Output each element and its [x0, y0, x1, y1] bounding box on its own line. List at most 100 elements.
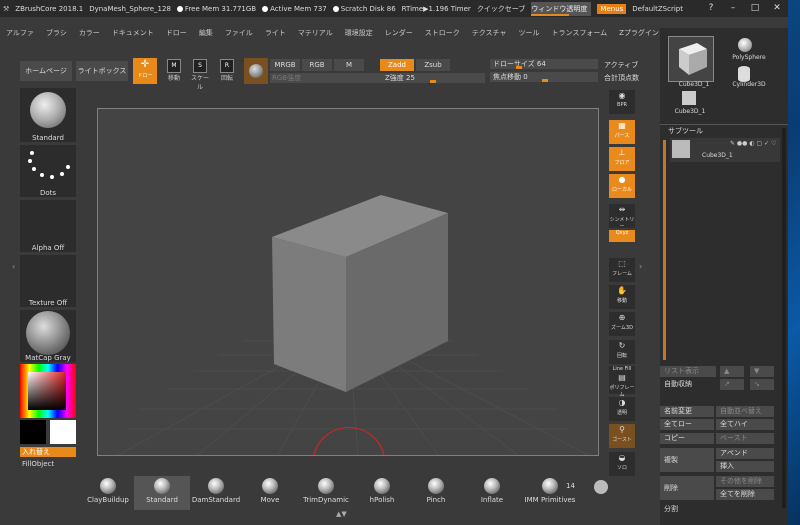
draw-size-slider[interactable]: ドローサイズ 64: [490, 59, 598, 69]
floor-button[interactable]: ⊥ フロア: [609, 147, 635, 171]
brush-inflate[interactable]: Inflate: [464, 476, 520, 510]
zadd-button[interactable]: Zadd: [380, 59, 414, 71]
home-button[interactable]: ホームページ: [20, 61, 72, 81]
perspective-button[interactable]: ▦ パース: [609, 120, 635, 144]
subtool-item[interactable]: Cube3D_1 ✎ ●● ◐ ▢ ✓ ♡: [670, 138, 780, 162]
arrow-down-icon[interactable]: ↘: [750, 379, 774, 390]
append-button[interactable]: アペンド: [716, 448, 774, 459]
draw-mode-button[interactable]: ✛ ドロー: [133, 58, 157, 84]
main-color-swatch[interactable]: [50, 420, 76, 444]
move-down-button[interactable]: ▼: [750, 366, 774, 377]
auto-reorder-button[interactable]: 自動並べ替え: [716, 406, 774, 417]
quicksave-button[interactable]: クイックセーブ: [477, 4, 526, 14]
local-button[interactable]: ● ローカル: [609, 174, 635, 198]
menu-file[interactable]: ファイル: [225, 28, 253, 42]
auto-collapse-button[interactable]: 自動収納: [660, 379, 716, 390]
zoom3d-button[interactable]: ⊕ ズーム3D: [609, 312, 635, 336]
left-shelf-collapse-icon[interactable]: ‹: [12, 262, 15, 271]
zscript-button[interactable]: DefaultZScript: [632, 5, 683, 13]
mrgb-button[interactable]: MRGB: [270, 59, 300, 71]
focal-shift-handle[interactable]: [542, 79, 548, 82]
all-high-button[interactable]: 全てハイ: [716, 419, 774, 430]
delete-other-button[interactable]: その他を削除: [716, 476, 774, 487]
focal-shift-slider[interactable]: 焦点移動 0: [490, 72, 598, 82]
z-intensity-handle[interactable]: [430, 80, 436, 83]
menu-document[interactable]: ドキュメント: [112, 28, 154, 42]
brush-claybuildup[interactable]: ClayBuildup: [80, 476, 136, 510]
rotate-view-button[interactable]: ↻ 回転: [609, 340, 635, 364]
stroke-slot[interactable]: Dots: [20, 145, 76, 197]
brush-standard[interactable]: Standard: [134, 476, 190, 510]
transparency-slider[interactable]: ウィンドウ透明度: [531, 1, 592, 16]
secondary-color-swatch[interactable]: [20, 420, 46, 444]
solo-button[interactable]: ◒ ソロ: [609, 452, 635, 476]
draw-size-handle[interactable]: [516, 66, 522, 69]
delete-button[interactable]: 削除: [660, 476, 714, 500]
insert-button[interactable]: 挿入: [716, 461, 774, 472]
menu-material[interactable]: マテリアル: [298, 28, 333, 42]
menu-light[interactable]: ライト: [265, 28, 286, 42]
symmetry-button[interactable]: ⇹ シンメトリー: [609, 204, 635, 230]
menu-transform[interactable]: トランスフォーム: [551, 28, 607, 42]
menu-draw[interactable]: ドロー: [166, 28, 187, 42]
texture-slot[interactable]: Texture Off: [20, 255, 76, 307]
copy-button[interactable]: コピー: [660, 433, 714, 444]
alpha-slot[interactable]: Alpha Off: [20, 200, 76, 252]
menu-tool[interactable]: ツール: [518, 28, 539, 42]
subtool-visibility-icons[interactable]: ✎ ●● ◐ ▢ ✓ ♡: [730, 140, 776, 147]
duplicate-button[interactable]: 複製: [660, 448, 714, 472]
menu-stroke[interactable]: ストローク: [425, 28, 460, 42]
rename-button[interactable]: 名前変更: [660, 406, 714, 417]
canvas-viewport[interactable]: [97, 108, 599, 456]
bottom-shelf-toggle-icon[interactable]: ▲▼: [336, 510, 347, 518]
frame-button[interactable]: ⬚ フレーム: [609, 258, 635, 282]
maximize-button[interactable]: □: [744, 0, 766, 17]
tool-thumb-cube-large[interactable]: [668, 36, 714, 82]
brush-damstandard[interactable]: DamStandard: [188, 476, 244, 510]
menu-brush[interactable]: ブラシ: [46, 28, 67, 42]
cylinder-icon[interactable]: [738, 66, 750, 82]
rgb-button[interactable]: RGB: [302, 59, 332, 71]
move-up-button[interactable]: ▲: [720, 366, 744, 377]
menu-preferences[interactable]: 環境設定: [345, 28, 373, 42]
color-square[interactable]: [28, 372, 66, 410]
lightbox-button[interactable]: ライトボックス: [76, 61, 128, 81]
brush-trimdynamic[interactable]: TrimDynamic: [298, 476, 354, 510]
zsub-button[interactable]: Zsub: [416, 59, 450, 71]
bpr-button[interactable]: ◉ BPR: [609, 90, 635, 114]
z-intensity-slider[interactable]: Z強度 25: [382, 73, 485, 83]
brush-hpolish[interactable]: hPolish: [354, 476, 410, 510]
move-mode-button[interactable]: M 移動: [163, 59, 185, 83]
paste-button[interactable]: ペースト: [716, 433, 774, 444]
ghost-button[interactable]: ⚲ ゴースト: [609, 424, 635, 448]
delete-all-button[interactable]: 全てを削除: [716, 489, 774, 500]
split-button[interactable]: 分割: [660, 504, 714, 515]
color-picker[interactable]: [20, 364, 76, 418]
line-fill-button[interactable]: Line Fill ▤ ポリフレーム: [609, 366, 635, 398]
polysphere-icon[interactable]: [738, 38, 752, 52]
menu-zplugin[interactable]: Zプラグイン: [619, 28, 659, 42]
move-view-button[interactable]: ✋ 移動: [609, 285, 635, 309]
right-shelf-collapse-icon[interactable]: ›: [639, 262, 642, 271]
minimize-button[interactable]: –: [722, 0, 744, 17]
list-view-button[interactable]: リスト表示: [660, 366, 716, 377]
rgb-intensity-slider[interactable]: RGB強度: [270, 73, 382, 83]
help-button[interactable]: ?: [700, 0, 722, 17]
subtool-title[interactable]: サブツール: [668, 126, 703, 136]
all-low-button[interactable]: 全てロー: [660, 419, 714, 430]
rotate-mode-button[interactable]: R 回転: [216, 59, 238, 83]
material-slot[interactable]: MatCap Gray: [20, 310, 76, 362]
menu-color[interactable]: カラー: [79, 28, 100, 42]
arrow-up-icon[interactable]: ↗: [720, 379, 744, 390]
menu-render[interactable]: レンダー: [385, 28, 413, 42]
xyz-button[interactable]: Qxyz: [609, 230, 635, 242]
m-button[interactable]: M: [334, 59, 364, 71]
cube-small-icon[interactable]: [682, 91, 696, 105]
fill-object-button[interactable]: FillObject: [22, 460, 54, 468]
transparency-button[interactable]: ◑ 透明: [609, 397, 635, 421]
menus-toggle[interactable]: Menus: [597, 3, 627, 14]
brush-move[interactable]: Move: [242, 476, 298, 510]
menu-texture[interactable]: テクスチャ: [472, 28, 507, 42]
brush-pinch[interactable]: Pinch: [408, 476, 464, 510]
close-button[interactable]: ✕: [766, 0, 788, 17]
